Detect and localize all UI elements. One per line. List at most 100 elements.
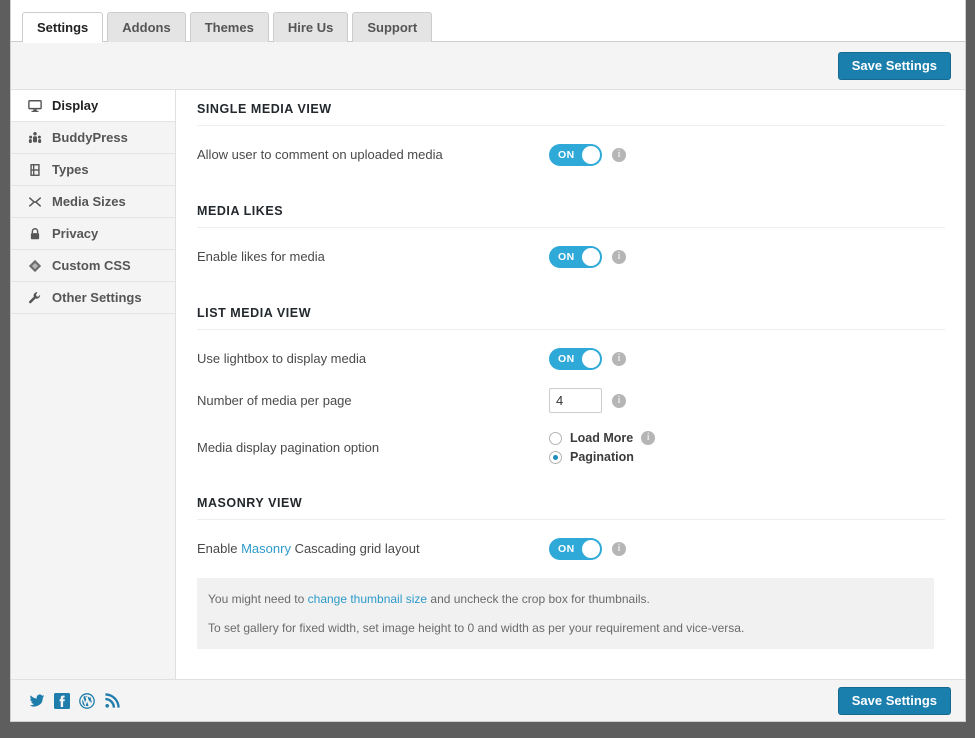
section-spacer: [197, 649, 945, 677]
toggle-knob: [582, 350, 600, 368]
sidebar-item-display[interactable]: Display: [11, 90, 175, 122]
setting-label: Enable Masonry Cascading grid layout: [197, 541, 549, 557]
setting-row-pagination-option: Media display pagination option Load Mor…: [197, 413, 945, 464]
hint-suffix-text: and uncheck the crop box for thumbnails.: [427, 592, 650, 606]
section-spacer: [197, 464, 945, 492]
pagination-radio-group: Load More i Pagination: [549, 431, 655, 464]
buddypress-icon: [28, 131, 42, 145]
sidebar-item-label: BuddyPress: [52, 130, 128, 145]
sidebar-item-other-settings[interactable]: Other Settings: [11, 282, 175, 314]
book-icon: [28, 163, 42, 177]
info-icon[interactable]: i: [612, 148, 626, 162]
radio-label: Pagination: [570, 450, 634, 464]
setting-label: Media display pagination option: [197, 440, 549, 456]
radio-pagination[interactable]: [549, 451, 562, 464]
sidebar-item-types[interactable]: Types: [11, 154, 175, 186]
info-icon[interactable]: i: [641, 431, 655, 445]
section-title-media-likes: MEDIA LIKES: [197, 200, 945, 228]
section-title-single-media-view: SINGLE MEDIA VIEW: [197, 102, 945, 126]
rss-icon[interactable]: [104, 693, 120, 709]
section-spacer: [197, 166, 945, 200]
tab-hire-us[interactable]: Hire Us: [273, 12, 349, 42]
change-thumbnail-size-link[interactable]: change thumbnail size: [308, 592, 427, 606]
section-spacer: [197, 268, 945, 302]
section-title-list-media-view: LIST MEDIA VIEW: [197, 302, 945, 330]
lock-icon: [28, 227, 42, 241]
toggle-lightbox[interactable]: ON: [549, 348, 602, 370]
toggle-state-label: ON: [558, 538, 575, 560]
masonry-suffix-text: Cascading grid layout: [291, 541, 420, 556]
toggle-knob: [582, 248, 600, 266]
hint-line-thumbnail: You might need to change thumbnail size …: [208, 592, 923, 607]
info-icon[interactable]: i: [612, 352, 626, 366]
hint-prefix-text: You might need to: [208, 592, 308, 606]
toggle-knob: [582, 146, 600, 164]
setting-label: Use lightbox to display media: [197, 351, 549, 367]
monitor-icon: [28, 99, 42, 113]
setting-row-media-per-page: Number of media per page i: [197, 370, 945, 413]
media-per-page-input[interactable]: [549, 388, 602, 413]
save-settings-button-top[interactable]: Save Settings: [838, 52, 951, 80]
setting-label: Number of media per page: [197, 393, 549, 409]
tab-settings[interactable]: Settings: [22, 12, 103, 42]
toggle-state-label: ON: [558, 348, 575, 370]
toggle-allow-comment[interactable]: ON: [549, 144, 602, 166]
toggle-knob: [582, 540, 600, 558]
sidebar-item-label: Other Settings: [52, 290, 142, 305]
info-icon[interactable]: i: [612, 394, 626, 408]
setting-row-lightbox: Use lightbox to display media ON i: [197, 330, 945, 370]
tab-label: Hire Us: [288, 20, 334, 35]
tab-support[interactable]: Support: [352, 12, 432, 42]
tab-addons[interactable]: Addons: [107, 12, 185, 42]
radio-load-more[interactable]: [549, 432, 562, 445]
radio-option-load-more[interactable]: Load More i: [549, 431, 655, 445]
toggle-masonry[interactable]: ON: [549, 538, 602, 560]
top-toolbar: Save Settings: [11, 42, 965, 90]
setting-row-allow-comment: Allow user to comment on uploaded media …: [197, 126, 945, 166]
masonry-hint-box: You might need to change thumbnail size …: [197, 578, 934, 649]
toggle-enable-likes[interactable]: ON: [549, 246, 602, 268]
settings-body: Display BuddyPress Types Media Sizes: [11, 90, 965, 679]
tab-label: Addons: [122, 20, 170, 35]
plugin-settings-window: Settings Addons Themes Hire Us Support S…: [10, 0, 966, 722]
twitter-icon[interactable]: [29, 693, 45, 709]
resize-icon: [28, 195, 42, 209]
sidebar-item-label: Display: [52, 98, 98, 113]
tab-themes[interactable]: Themes: [190, 12, 269, 42]
radio-label: Load More: [570, 431, 633, 445]
setting-row-masonry: Enable Masonry Cascading grid layout ON …: [197, 520, 945, 560]
tab-label: Support: [367, 20, 417, 35]
settings-content: SINGLE MEDIA VIEW Allow user to comment …: [176, 90, 965, 679]
masonry-prefix-text: Enable: [197, 541, 241, 556]
footer-bar: Save Settings: [11, 679, 965, 721]
hint-line-gallery-width: To set gallery for fixed width, set imag…: [208, 621, 923, 636]
sidebar-item-label: Custom CSS: [52, 258, 131, 273]
radio-option-pagination[interactable]: Pagination: [549, 450, 655, 464]
sidebar-item-media-sizes[interactable]: Media Sizes: [11, 186, 175, 218]
setting-label: Enable likes for media: [197, 249, 549, 265]
setting-row-enable-likes: Enable likes for media ON i: [197, 228, 945, 268]
sidebar-item-custom-css[interactable]: Custom CSS: [11, 250, 175, 282]
tab-label: Settings: [37, 20, 88, 35]
tab-label: Themes: [205, 20, 254, 35]
setting-label: Allow user to comment on uploaded media: [197, 147, 549, 163]
sidebar-item-label: Types: [52, 162, 89, 177]
section-title-masonry-view: MASONRY VIEW: [197, 492, 945, 520]
toggle-state-label: ON: [558, 246, 575, 268]
toggle-state-label: ON: [558, 144, 575, 166]
social-links: [29, 693, 120, 709]
wrench-icon: [28, 291, 42, 305]
info-icon[interactable]: i: [612, 250, 626, 264]
masonry-link[interactable]: Masonry: [241, 541, 291, 556]
settings-sidebar: Display BuddyPress Types Media Sizes: [11, 90, 176, 679]
sidebar-item-label: Privacy: [52, 226, 98, 241]
info-icon[interactable]: i: [612, 542, 626, 556]
tab-bar: Settings Addons Themes Hire Us Support: [11, 0, 965, 42]
wordpress-icon[interactable]: [79, 693, 95, 709]
sidebar-item-buddypress[interactable]: BuddyPress: [11, 122, 175, 154]
facebook-icon[interactable]: [54, 693, 70, 709]
sidebar-item-privacy[interactable]: Privacy: [11, 218, 175, 250]
sidebar-item-label: Media Sizes: [52, 194, 126, 209]
save-settings-button-bottom[interactable]: Save Settings: [838, 687, 951, 715]
tag-icon: [28, 259, 42, 273]
